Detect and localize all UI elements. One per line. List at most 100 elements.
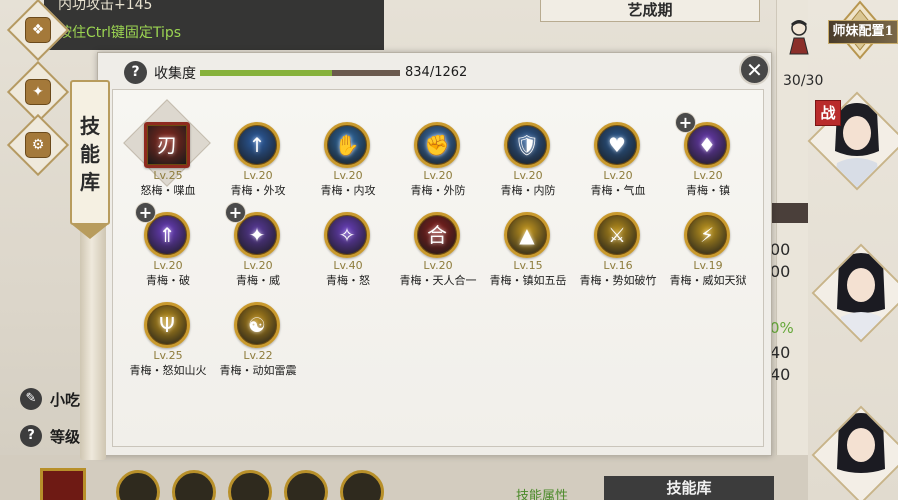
stat-value: 00 xyxy=(770,262,791,281)
right-tab-marker xyxy=(772,203,808,223)
skill-level: Lv.20 xyxy=(153,259,183,272)
skill-item[interactable]: ⇑ + Lv.20 青梅・破 xyxy=(123,202,209,292)
skill-glyph: ⚡ xyxy=(699,223,715,247)
skill-item[interactable]: 刃 Lv.25 怒梅・喋血 xyxy=(123,99,211,202)
skill-glyph: ✊ xyxy=(424,133,450,157)
skill-icon[interactable]: Ψ xyxy=(144,302,190,348)
close-button[interactable]: ✕ xyxy=(739,54,770,85)
skill-icon[interactable]: ✋ xyxy=(324,122,370,168)
skill-item[interactable]: ▲ Lv.15 青梅・镇如五岳 xyxy=(483,212,569,292)
help-icon[interactable]: ? xyxy=(124,61,147,84)
skill-glyph: Ψ xyxy=(159,313,175,337)
skill-level: Lv.20 xyxy=(423,169,453,182)
skill-name: 青梅・镇 xyxy=(686,184,730,197)
skill-name: 青梅・内攻 xyxy=(320,184,376,197)
level-label: 等级 xyxy=(50,427,81,446)
skill-name: 青梅・破 xyxy=(146,274,190,287)
skill-name: 青梅・外防 xyxy=(410,184,466,197)
skill-level: Lv.20 xyxy=(603,169,633,182)
skill-item[interactable]: ✦ + Lv.20 青梅・威 xyxy=(213,202,299,292)
skill-name: 青梅・威 xyxy=(236,274,280,287)
skill-glyph: 合 xyxy=(427,223,447,247)
config-select-button[interactable]: 师妹配置1 xyxy=(828,20,898,44)
skill-item[interactable]: ♥ Lv.20 青梅・气血 xyxy=(573,122,659,202)
equipped-skill-slot[interactable] xyxy=(40,468,86,500)
skill-glyph: ♥ xyxy=(608,133,626,157)
skill-item[interactable]: ✊ Lv.20 青梅・外防 xyxy=(393,122,479,202)
collection-label: 收集度 xyxy=(154,65,196,82)
panel-title-banner: 技 能 库 xyxy=(70,80,110,239)
snack-label: 小吃 xyxy=(50,390,81,409)
collection-progress-bar xyxy=(200,69,400,76)
skill-icon[interactable]: 合 xyxy=(414,212,460,258)
snack-row[interactable]: ✎ 小吃 xyxy=(20,388,80,410)
battle-badge: 战 xyxy=(815,100,841,126)
skill-glyph: ⇑ xyxy=(158,223,176,247)
banner-char: 能 xyxy=(80,142,100,166)
skill-name: 青梅・威如天狱 xyxy=(669,274,747,287)
skill-glyph: 刃 xyxy=(157,133,177,157)
skill-item[interactable]: ↑ Lv.20 青梅・外攻 xyxy=(213,122,299,202)
help-icon: ? xyxy=(20,425,42,447)
collection-count: 834/1262 xyxy=(405,65,468,80)
skill-glyph: ↑ xyxy=(248,133,266,157)
skill-item[interactable]: ⚔ Lv.16 青梅・势如破竹 xyxy=(573,212,659,292)
skill-item[interactable]: 🛡 Lv.20 青梅・内防 xyxy=(483,122,569,202)
skill-icon[interactable]: ☯ xyxy=(234,302,280,348)
banner-char: 技 xyxy=(80,114,100,138)
skill-icon[interactable]: ⚔ xyxy=(594,212,640,258)
skill-name: 青梅・气血 xyxy=(590,184,646,197)
skill-glyph: ✧ xyxy=(338,223,356,247)
skill-glyph: ⚔ xyxy=(608,223,626,247)
skill-level: Lv.15 xyxy=(513,259,543,272)
skill-glyph: ▲ xyxy=(519,223,535,247)
skill-icon[interactable]: ↑ xyxy=(234,122,280,168)
skill-name: 青梅・天人合一 xyxy=(399,274,477,287)
skill-icon[interactable]: ▲ xyxy=(504,212,550,258)
skill-item[interactable]: 合 Lv.20 青梅・天人合一 xyxy=(393,212,479,292)
skill-icon[interactable]: 🛡 xyxy=(504,122,550,168)
brush-icon: ✎ xyxy=(20,388,42,410)
skill-glyph: ✋ xyxy=(334,133,360,157)
skill-level: Lv.40 xyxy=(333,259,363,272)
skill-name: 青梅・动如雷震 xyxy=(219,364,297,377)
add-skill-button[interactable]: + xyxy=(135,202,156,223)
collection-progress-fill xyxy=(200,69,333,76)
skill-library-tab[interactable]: 技能库 xyxy=(604,476,774,500)
skill-icon[interactable]: ♥ xyxy=(594,122,640,168)
skill-level: Lv.20 xyxy=(423,259,453,272)
realm-title: 艺成期 xyxy=(540,0,760,22)
skill-attributes-tab[interactable]: 技能属性 xyxy=(516,485,568,500)
skill-glyph: 🛡 xyxy=(514,133,540,157)
skill-name: 青梅・镇如五岳 xyxy=(489,274,567,287)
skill-icon[interactable]: ⚡ xyxy=(684,212,730,258)
skill-level: Lv.22 xyxy=(243,349,273,362)
skill-item[interactable]: Ψ Lv.25 青梅・怒如山火 xyxy=(123,302,209,382)
add-skill-button[interactable]: + xyxy=(225,202,246,223)
skill-level: Lv.20 xyxy=(513,169,543,182)
gear-icon: ⚙ xyxy=(25,132,51,158)
skill-name: 青梅・外攻 xyxy=(230,184,286,197)
level-row[interactable]: ? 等级 xyxy=(20,425,80,447)
skill-item[interactable]: ✧ Lv.40 青梅・怒 xyxy=(303,212,389,292)
skill-name: 青梅・内防 xyxy=(500,184,556,197)
skill-icon[interactable]: ✊ xyxy=(414,122,460,168)
skill-level: Lv.16 xyxy=(603,259,633,272)
skill-level: Lv.20 xyxy=(333,169,363,182)
skill-icon[interactable]: ✧ xyxy=(324,212,370,258)
skill-item[interactable]: ✋ Lv.20 青梅・内攻 xyxy=(303,122,389,202)
tooltip-line-hint: 按住Ctrl键固定Tips xyxy=(58,25,182,41)
skill-icon[interactable]: 刃 xyxy=(144,122,190,168)
skill-glyph: ✦ xyxy=(248,223,266,247)
skill-item[interactable]: ♦ + Lv.20 青梅・镇 xyxy=(663,112,749,202)
stat-value: 40 xyxy=(770,343,791,362)
skill-level: Lv.25 xyxy=(153,349,183,362)
disciple-count: 30/30 xyxy=(783,73,824,89)
skill-item[interactable]: ☯ Lv.22 青梅・动如雷震 xyxy=(213,302,299,382)
skill-item[interactable]: ⚡ Lv.19 青梅・威如天狱 xyxy=(663,212,749,292)
add-skill-button[interactable]: + xyxy=(675,112,696,133)
skill-glyph: ♦ xyxy=(698,133,716,157)
skill-level: Lv.20 xyxy=(693,169,723,182)
skill-level: Lv.25 xyxy=(153,169,183,182)
skill-glyph: ☯ xyxy=(248,313,266,337)
